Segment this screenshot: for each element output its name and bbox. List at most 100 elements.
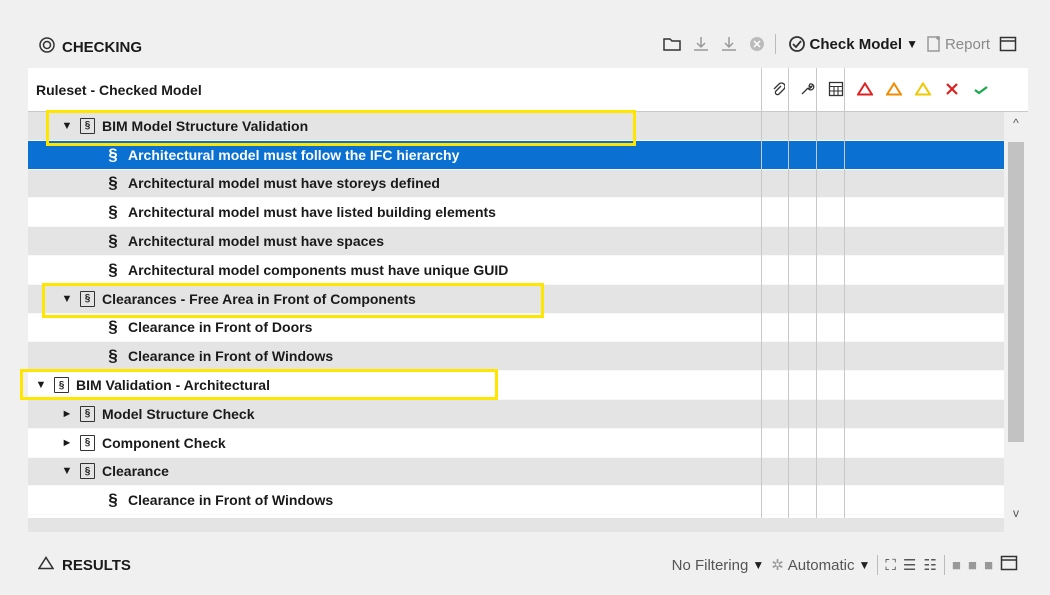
- row-content: § Architectural model components must hav…: [28, 260, 508, 280]
- ruleset-icon: §: [80, 463, 95, 480]
- column-header-label: Ruleset - Checked Model: [36, 82, 202, 98]
- list-filter-icon[interactable]: ☷: [923, 556, 936, 574]
- checking-panel: CHECKING Check Model ▼ Report Ruleset - …: [28, 22, 1028, 532]
- row-label: BIM Model Structure Validation: [102, 117, 309, 134]
- row-content: § Clearance in Front of Windows: [28, 490, 333, 510]
- table-icon[interactable]: [822, 76, 849, 102]
- ruleset-tree: ▼ § BIM Model Structure Validation § Archite…: [28, 112, 1004, 518]
- row-label: Component Check: [102, 434, 226, 451]
- row-label: Architectural model must have listed bui…: [128, 204, 496, 221]
- column-header-icons: [764, 76, 994, 102]
- cancel-circle-icon[interactable]: [747, 34, 767, 54]
- automatic-label: Automatic: [787, 556, 855, 574]
- rule-row[interactable]: § Clearance in Front of Windows: [28, 486, 1004, 516]
- row-label: Clearance in Front of Windows: [128, 348, 334, 365]
- paperclip-icon[interactable]: [764, 76, 791, 102]
- expand-icon[interactable]: ►: [60, 437, 74, 449]
- ruleset-icon: §: [80, 117, 95, 134]
- ruleset-row[interactable]: ► § Component Check: [28, 428, 1004, 458]
- scroll-up-icon[interactable]: ^: [1004, 112, 1028, 134]
- row-content: § Clearance in Front of Windows: [28, 346, 333, 366]
- ruleset-row[interactable]: ▼ § Clearances - Free Area in Front of Com…: [28, 284, 1004, 314]
- rule-icon: §: [108, 346, 118, 366]
- rule-row[interactable]: § Architectural model components must hav…: [28, 255, 1004, 285]
- check-model-button[interactable]: Check Model ▼: [788, 35, 918, 53]
- x-red-icon[interactable]: [938, 76, 965, 102]
- row-content: § Architectural model must have spaces: [28, 231, 384, 251]
- checking-title: CHECKING: [62, 38, 143, 56]
- check-green-icon[interactable]: [967, 76, 994, 102]
- triangle-orange-icon[interactable]: [880, 76, 907, 102]
- ruleset-icon: §: [54, 377, 69, 394]
- bucket-icon[interactable]: ■: [952, 557, 961, 574]
- vertical-scrollbar[interactable]: ^ v: [1004, 112, 1028, 532]
- row-label: Clearance in Front of Doors: [128, 319, 313, 336]
- results-title: RESULTS: [62, 556, 131, 574]
- toolbar-separator: [877, 555, 879, 575]
- ruleset-row[interactable]: ▼ § BIM Model Structure Validation: [28, 112, 1004, 141]
- toolbar-separator: [943, 555, 945, 575]
- report-label: Report: [944, 35, 990, 53]
- ruleset-row[interactable]: ▼ § Clearance: [28, 457, 1004, 487]
- row-label: Clearance in Front of Windows: [128, 492, 334, 509]
- row-content: ▼ § Clearance: [28, 463, 169, 480]
- chevron-down-icon[interactable]: ▼: [906, 37, 918, 51]
- download-alt-icon[interactable]: [719, 34, 739, 54]
- open-folder-icon[interactable]: [662, 34, 683, 54]
- maximize-icon[interactable]: [998, 34, 1018, 54]
- chevron-down-icon: ▼: [752, 558, 765, 572]
- row-content: ▼ § BIM Model Structure Validation: [28, 117, 309, 134]
- rule-row[interactable]: § Architectural model must have listed bu…: [28, 198, 1004, 228]
- rule-row[interactable]: § Clearance in Front of Doors: [28, 313, 1004, 343]
- row-label: Architectural model must have spaces: [128, 233, 384, 250]
- maximize-icon[interactable]: [1000, 554, 1018, 576]
- chevron-down-icon: ▼: [858, 558, 871, 572]
- scroll-down-icon[interactable]: v: [1004, 502, 1028, 524]
- filtering-dropdown[interactable]: No Filtering ▼: [672, 557, 765, 574]
- report-button[interactable]: Report: [926, 35, 990, 53]
- rule-row[interactable]: § Architectural model must follow the IFC…: [28, 140, 1004, 170]
- bucket-icon[interactable]: ■: [984, 557, 993, 574]
- column-header: Ruleset - Checked Model: [28, 68, 1028, 112]
- collapse-icon[interactable]: ▼: [34, 379, 48, 391]
- ruleset-icon: §: [80, 405, 95, 422]
- rule-icon: §: [108, 202, 118, 222]
- collapse-icon[interactable]: ▼: [60, 120, 74, 132]
- bucket-icon[interactable]: ■: [968, 557, 977, 574]
- ruleset-row[interactable]: ► § Model Structure Check: [28, 399, 1004, 429]
- row-content: ▼ § BIM Validation - Architectural: [28, 377, 270, 394]
- row-content: ► § Model Structure Check: [28, 405, 255, 422]
- triangle-red-icon[interactable]: [851, 76, 878, 102]
- results-panel: RESULTS No Filtering ▼ ✲ Automatic ▼ ⛶ ☰…: [28, 548, 1028, 584]
- download-icon[interactable]: [691, 34, 711, 54]
- row-label: Model Structure Check: [102, 405, 255, 422]
- rule-row[interactable]: § Architectural model must have spaces: [28, 227, 1004, 256]
- collapse-icon[interactable]: ▼: [60, 465, 74, 477]
- ruleset-icon: §: [80, 290, 95, 307]
- collapse-icon[interactable]: ▼: [60, 293, 74, 305]
- expand-icon[interactable]: ►: [60, 408, 74, 420]
- tree-view-icon[interactable]: ⛶: [885, 557, 896, 574]
- rule-row[interactable]: § Clearance in Front of Windows: [28, 342, 1004, 372]
- ruleset-row[interactable]: ▼ § BIM Validation - Architectural: [28, 371, 1004, 400]
- checking-toolbar: Check Model ▼ Report: [662, 34, 1018, 54]
- toolbar-separator: [774, 34, 776, 54]
- rule-row[interactable]: § Architectural model must have storeys d…: [28, 169, 1004, 199]
- wrench-icon[interactable]: [793, 76, 820, 102]
- scroll-thumb[interactable]: [1008, 142, 1024, 442]
- row-content: § Architectural model must have storeys d…: [28, 173, 440, 193]
- ruleset-icon: §: [80, 434, 95, 451]
- rule-icon: §: [108, 144, 118, 164]
- checking-header: CHECKING Check Model ▼ Report: [28, 22, 1028, 68]
- checking-icon: [38, 36, 56, 58]
- triangle-yellow-icon[interactable]: [909, 76, 936, 102]
- filtering-label: No Filtering: [671, 556, 749, 574]
- list-sort-icon[interactable]: ☰: [903, 556, 916, 574]
- row-label: Architectural model components must have…: [128, 261, 509, 278]
- rule-icon: §: [108, 490, 118, 510]
- automatic-dropdown[interactable]: ✲ Automatic ▼: [771, 556, 871, 575]
- gear-icon: ✲: [771, 557, 784, 574]
- row-label: Architectural model must follow the IFC …: [128, 146, 460, 163]
- row-label: Clearances - Free Area in Front of Compo…: [102, 290, 416, 307]
- check-model-icon: [788, 36, 805, 52]
